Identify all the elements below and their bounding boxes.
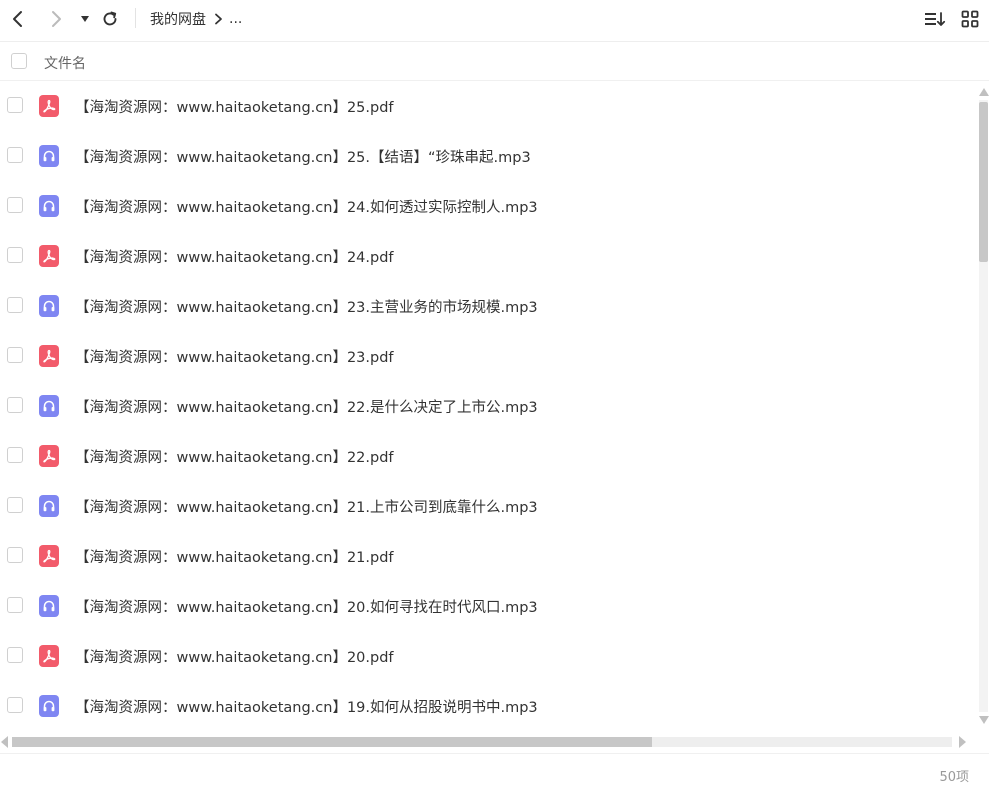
file-name[interactable]: 【海淘资源网：www.haitaoketang.cn】20.如何寻找在时代风口.… [75,596,538,617]
file-name[interactable]: 【海淘资源网：www.haitaoketang.cn】22.pdf [75,446,394,467]
audio-file-icon [39,495,59,517]
breadcrumb: 我的网盘 ... [150,9,242,29]
file-row[interactable]: 【海淘资源网：www.haitaoketang.cn】24.如何透过实际控制人.… [0,181,976,231]
row-checkbox[interactable] [7,597,23,613]
file-row[interactable]: 【海淘资源网：www.haitaoketang.cn】23.主营业务的市场规模.… [0,281,976,331]
grid-view-button[interactable] [957,6,983,32]
vertical-scroll-thumb[interactable] [979,102,988,262]
file-name[interactable]: 【海淘资源网：www.haitaoketang.cn】19.如何从招股说明书中.… [75,696,538,717]
file-name[interactable]: 【海淘资源网：www.haitaoketang.cn】22.是什么决定了上市公.… [75,396,538,417]
pdf-file-icon [39,645,59,667]
file-row[interactable]: 【海淘资源网：www.haitaoketang.cn】23.pdf [0,331,976,381]
horizontal-scrollbar[interactable] [0,734,976,750]
file-name[interactable]: 【海淘资源网：www.haitaoketang.cn】23.主营业务的市场规模.… [75,296,538,317]
history-dropdown-button[interactable] [72,6,98,32]
back-button[interactable] [5,6,31,32]
breadcrumb-root[interactable]: 我的网盘 [150,9,206,29]
audio-file-icon [39,145,59,167]
chevron-right-icon [52,11,61,27]
toolbar: 我的网盘 ... [0,0,989,42]
file-row[interactable]: 【海淘资源网：www.haitaoketang.cn】19.如何从招股说明书中.… [0,681,976,731]
file-name[interactable]: 【海淘资源网：www.haitaoketang.cn】23.pdf [75,346,394,367]
pdf-file-icon [39,545,59,567]
row-checkbox[interactable] [7,547,23,563]
file-row[interactable]: 【海淘资源网：www.haitaoketang.cn】20.pdf [0,631,976,681]
row-checkbox[interactable] [7,247,23,263]
file-name[interactable]: 【海淘资源网：www.haitaoketang.cn】24.如何透过实际控制人.… [75,196,538,217]
file-row[interactable]: 【海淘资源网：www.haitaoketang.cn】22.pdf [0,431,976,481]
audio-file-icon [39,395,59,417]
file-row[interactable]: 【海淘资源网：www.haitaoketang.cn】20.如何寻找在时代风口.… [0,581,976,631]
pdf-file-icon [39,445,59,467]
file-name[interactable]: 【海淘资源网：www.haitaoketang.cn】25.pdf [75,96,394,117]
file-row[interactable]: 【海淘资源网：www.haitaoketang.cn】25.【结语】“珍珠串起.… [0,131,976,181]
grid-view-icon [961,10,979,28]
row-checkbox[interactable] [7,647,23,663]
chevron-right-icon [214,13,223,25]
file-row[interactable]: 【海淘资源网：www.haitaoketang.cn】24.pdf [0,231,976,281]
breadcrumb-more[interactable]: ... [229,11,242,27]
item-count: 50项 [939,770,969,785]
scroll-down-icon[interactable] [979,716,989,724]
forward-button[interactable] [43,6,69,32]
file-row[interactable]: 【海淘资源网：www.haitaoketang.cn】21.pdf [0,531,976,581]
row-checkbox[interactable] [7,447,23,463]
file-name[interactable]: 【海淘资源网：www.haitaoketang.cn】21.上市公司到底靠什么.… [75,496,538,517]
refresh-icon [103,11,117,26]
sort-icon [925,12,946,26]
status-bar: 50项 [0,753,989,789]
file-name[interactable]: 【海淘资源网：www.haitaoketang.cn】20.pdf [75,646,394,667]
column-header-name[interactable]: 文件名 [44,53,86,73]
file-name[interactable]: 【海淘资源网：www.haitaoketang.cn】21.pdf [75,546,394,567]
pdf-file-icon [39,245,59,267]
pdf-file-icon [39,345,59,367]
row-checkbox[interactable] [7,97,23,113]
row-checkbox[interactable] [7,347,23,363]
scroll-right-icon[interactable] [959,736,966,748]
file-row[interactable]: 【海淘资源网：www.haitaoketang.cn】21.上市公司到底靠什么.… [0,481,976,531]
row-checkbox[interactable] [7,397,23,413]
sort-button[interactable] [922,6,948,32]
file-name[interactable]: 【海淘资源网：www.haitaoketang.cn】25.【结语】“珍珠串起.… [75,146,531,167]
row-checkbox[interactable] [7,147,23,163]
vertical-scrollbar[interactable] [976,86,989,726]
file-row[interactable]: 【海淘资源网：www.haitaoketang.cn】25.pdf [0,81,976,131]
pdf-file-icon [39,95,59,117]
scroll-left-icon[interactable] [1,736,8,748]
toolbar-divider [135,8,136,28]
audio-file-icon [39,295,59,317]
row-checkbox[interactable] [7,497,23,513]
file-row[interactable]: 【海淘资源网：www.haitaoketang.cn】22.是什么决定了上市公.… [0,381,976,431]
audio-file-icon [39,695,59,717]
file-list: 【海淘资源网：www.haitaoketang.cn】25.pdf 【海淘资源网：… [0,81,976,731]
audio-file-icon [39,595,59,617]
list-header: 文件名 [0,43,989,81]
chevron-left-icon [13,11,22,27]
caret-down-icon [81,16,89,22]
row-checkbox[interactable] [7,297,23,313]
file-name[interactable]: 【海淘资源网：www.haitaoketang.cn】24.pdf [75,246,394,267]
horizontal-scroll-thumb[interactable] [12,737,652,747]
refresh-button[interactable] [97,6,123,32]
row-checkbox[interactable] [7,197,23,213]
scroll-up-icon[interactable] [979,88,989,96]
audio-file-icon [39,195,59,217]
select-all-checkbox[interactable] [11,53,27,69]
row-checkbox[interactable] [7,697,23,713]
